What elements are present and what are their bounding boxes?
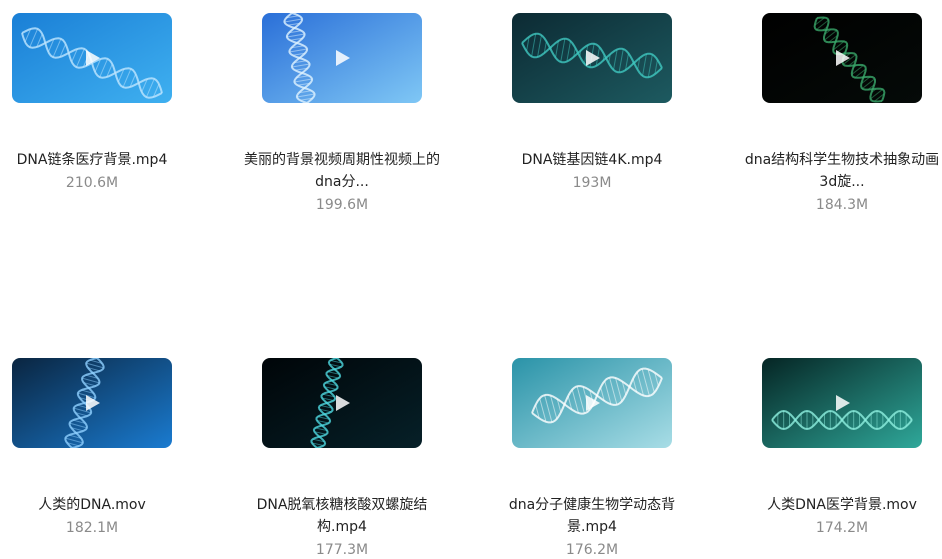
video-grid: DNA链条医疗背景.mp4 210.6M 美丽的背景视频周期性视频上的dna分.… [0,0,942,559]
video-card[interactable]: DNA脱氧核糖核酸双螺旋结构.mp4 177.3M [217,358,467,559]
video-file-size: 177.3M [315,542,369,558]
video-file-size: 176.2M [565,542,619,558]
video-file-name: DNA链条医疗背景.mp4 [16,152,168,168]
play-icon[interactable] [331,392,353,414]
video-card[interactable]: 人类的DNA.mov 182.1M [0,358,217,538]
video-file-name: dna结构科学生物技术抽象动画3d旋... [744,152,940,190]
play-icon[interactable] [81,392,103,414]
video-file-name: DNA链基因链4K.mp4 [521,152,663,168]
video-file-name: 人类的DNA.mov [38,497,146,513]
video-thumbnail[interactable] [512,358,672,448]
play-icon[interactable] [581,47,603,69]
video-file-size: 174.2M [815,520,869,536]
video-file-size: 199.6M [315,197,369,213]
video-card[interactable]: 人类DNA医学背景.mov 174.2M [717,358,942,538]
video-card[interactable]: dna分子健康生物学动态背景.mp4 176.2M [467,358,717,559]
video-thumbnail[interactable] [12,358,172,448]
video-file-name: DNA脱氧核糖核酸双螺旋结构.mp4 [256,497,428,535]
video-file-name: 人类DNA医学背景.mov [767,497,917,513]
video-file-size: 193M [572,175,612,191]
video-card[interactable]: DNA链基因链4K.mp4 193M [467,13,717,193]
video-thumbnail[interactable] [762,13,922,103]
play-icon[interactable] [831,392,853,414]
video-card[interactable]: 美丽的背景视频周期性视频上的dna分... 199.6M [217,13,467,215]
play-icon[interactable] [581,392,603,414]
video-card[interactable]: dna结构科学生物技术抽象动画3d旋... 184.3M [717,13,942,215]
video-thumbnail[interactable] [762,358,922,448]
play-icon[interactable] [831,47,853,69]
video-thumbnail[interactable] [12,13,172,103]
play-icon[interactable] [81,47,103,69]
video-thumbnail[interactable] [512,13,672,103]
video-card[interactable]: DNA链条医疗背景.mp4 210.6M [0,13,217,193]
video-file-size: 184.3M [815,197,869,213]
video-file-size: 210.6M [65,175,119,191]
play-icon[interactable] [331,47,353,69]
video-file-name: dna分子健康生物学动态背景.mp4 [508,497,676,535]
video-thumbnail[interactable] [262,13,422,103]
video-thumbnail[interactable] [262,358,422,448]
video-file-name: 美丽的背景视频周期性视频上的dna分... [244,152,440,190]
video-file-size: 182.1M [65,520,119,536]
